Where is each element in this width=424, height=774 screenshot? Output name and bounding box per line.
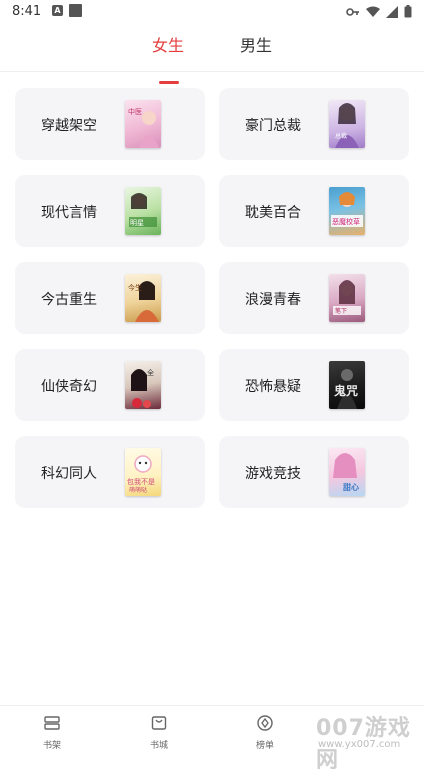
category-label: 现代言情 [41,205,97,221]
category-card-scifi-fanfic[interactable]: 科幻同人 包我不是 萌萌哒 [15,436,205,508]
gender-tabs: 女生 男生 [0,24,424,84]
book-cover: 中医 [125,100,161,148]
bookshelf-icon [44,716,60,730]
tab-male[interactable]: 男生 [240,32,272,56]
category-card-modern-romance[interactable]: 现代言情 明星 [15,175,205,247]
svg-text:明星: 明星 [130,219,144,227]
category-card-rebirth[interactable]: 今古重生 今生 [15,262,205,334]
active-tab-indicator [159,81,179,84]
category-label: 游戏竞技 [245,466,301,482]
category-label: 恐怖悬疑 [245,379,301,395]
book-cover: 明星 [125,187,161,235]
svg-text:全: 全 [147,368,154,377]
book-cover: 今生 [125,274,161,322]
svg-text:包我不是: 包我不是 [127,477,155,486]
category-label: 仙侠奇幻 [41,379,97,395]
nav-item-bookshelf[interactable]: 书架 [22,714,82,751]
store-bag-icon [151,716,167,730]
book-cover: 恶魔校草 [329,187,365,235]
nav-item-bookstore[interactable]: 书城 [129,714,189,751]
nav-label-ranking: 榜单 [255,741,274,751]
nav-label-bookshelf: 书架 [42,741,61,751]
svg-text:中医: 中医 [128,107,142,116]
book-cover: 全 [125,361,161,409]
svg-text:甜心: 甜心 [343,482,359,492]
category-label: 耽美百合 [245,205,301,221]
category-label: 豪门总裁 [245,118,301,134]
category-label: 今古重生 [41,292,97,308]
category-label: 浪漫青春 [245,292,301,308]
category-label: 科幻同人 [41,466,97,482]
category-card-horror[interactable]: 恐怖悬疑 鬼咒 [219,349,409,421]
svg-text:恶魔校草: 恶魔校草 [332,217,360,226]
status-time: 8:41 [12,4,42,19]
key-icon [346,7,359,16]
svg-text:总裁: 总裁 [335,132,347,140]
category-label: 穿越架空 [41,118,97,134]
battery-icon [404,5,412,18]
category-card-youth-romance[interactable]: 浪漫青春 笔下 [219,262,409,334]
watermark-url: www.yx007.com [318,739,401,750]
nav-item-ranking[interactable]: 榜单 [235,714,295,751]
svg-text:萌萌哒: 萌萌哒 [129,486,147,494]
svg-text:笔下: 笔下 [335,307,347,315]
signal-icon [386,5,398,18]
tab-female[interactable]: 女生 [152,32,184,56]
status-bar: 8:41 A [0,0,424,24]
category-card-time-travel[interactable]: 穿越架空 中医 [15,88,205,160]
svg-text:今生: 今生 [128,283,142,292]
category-card-danmei[interactable]: 耽美百合 恶魔校草 [219,175,409,247]
category-card-xianxia[interactable]: 仙侠奇幻 全 [15,349,205,421]
category-card-ceo-romance[interactable]: 豪门总裁 总裁 [219,88,409,160]
book-cover: 包我不是 萌萌哒 [125,448,161,496]
book-cover: 总裁 [329,100,365,148]
book-cover: 甜心 [329,448,365,496]
book-cover: 鬼咒 [329,361,365,409]
book-cover: 笔下 [329,274,365,322]
nav-label-bookstore: 书城 [149,741,168,751]
category-card-game-esports[interactable]: 游戏竞技 甜心 [219,436,409,508]
wifi-icon [366,6,380,17]
site-watermark: 007游戏网 www.yx007.com [316,708,424,773]
svg-text:鬼咒: 鬼咒 [334,383,358,398]
ranking-icon [257,715,273,731]
square-notification-icon [69,4,82,17]
app-notification-icon: A [52,5,63,16]
